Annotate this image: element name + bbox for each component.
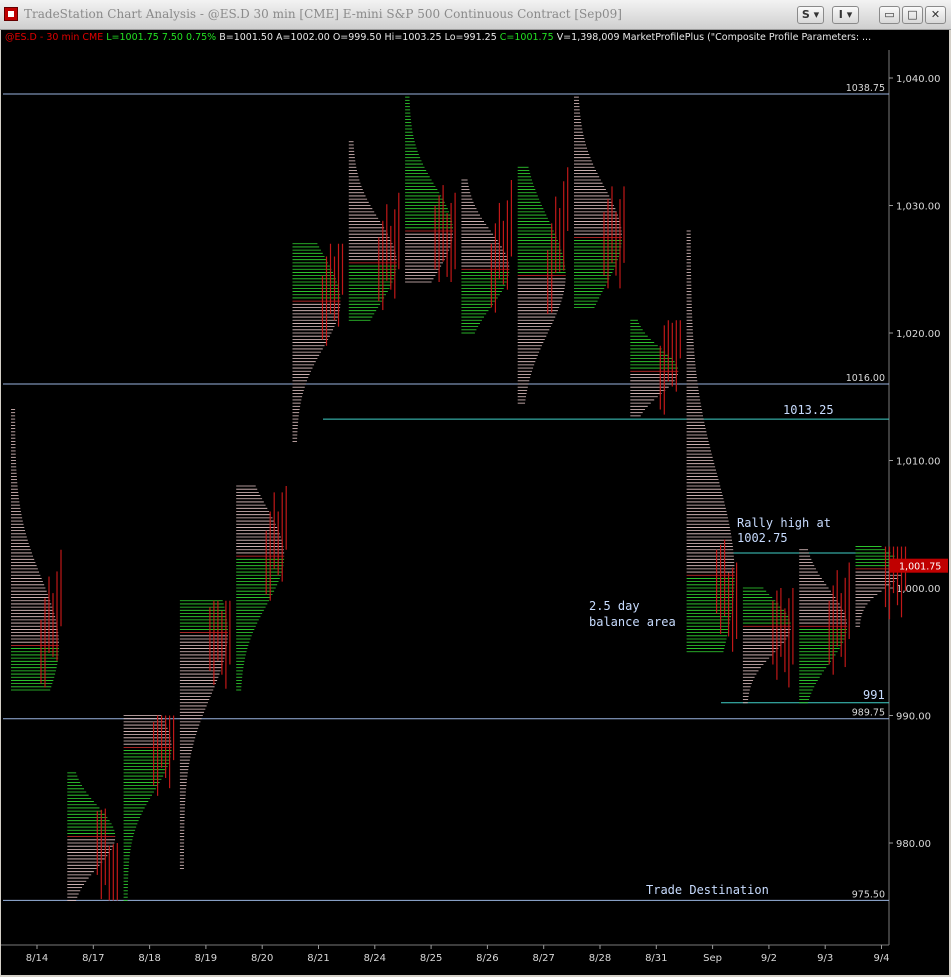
- x-tick-label: 8/21: [307, 953, 329, 964]
- x-tick-label: 8/24: [364, 953, 386, 964]
- destination-label: Trade Destination: [646, 883, 769, 897]
- rally-high-value: 1002.75: [737, 531, 788, 545]
- status-ask: A=1002.00: [276, 32, 330, 43]
- window-title: TradeStation Chart Analysis - @ES.D 30 m…: [24, 7, 622, 21]
- y-tick-label: 1,000.00: [896, 584, 941, 595]
- chevron-down-icon: ▾: [846, 8, 853, 21]
- y-tick-label: 1,030.00: [896, 202, 941, 213]
- balance-label-1: 2.5 day: [589, 599, 640, 613]
- status-low: Lo=991.25: [444, 32, 497, 43]
- status-change: 7.50: [161, 32, 183, 43]
- close-icon[interactable]: ✕: [925, 6, 946, 24]
- x-tick-label: 8/14: [26, 953, 48, 964]
- status-line: @ES.D - 30 min CME L=1001.75 7.50 0.75% …: [5, 32, 871, 43]
- status-change-pct: 0.75%: [186, 32, 217, 43]
- interval-button[interactable]: I ▾: [832, 6, 859, 24]
- x-tick-label: 9/2: [761, 953, 777, 964]
- x-tick-label: 8/26: [476, 953, 498, 964]
- level-label: 989.75: [852, 708, 885, 719]
- market-profile-chart[interactable]: 980.00 990.00 1,000.00 1,010.00 1,020.00 1,03…: [1, 30, 949, 975]
- status-high: Hi=1003.25: [384, 32, 442, 43]
- level-1013-label: 1013.25: [783, 403, 834, 417]
- balance-label-2: balance area: [589, 615, 676, 629]
- level-label: 1038.75: [846, 83, 885, 94]
- x-tick-label: Sep: [703, 953, 722, 964]
- symbol-button[interactable]: S ▾: [797, 6, 824, 24]
- y-tick-label: 1,040.00: [896, 74, 941, 85]
- tradestation-icon[interactable]: [4, 7, 18, 21]
- chart-background: [1, 30, 949, 975]
- interval-button-label: I: [838, 8, 843, 21]
- title-bar[interactable]: TradeStation Chart Analysis - @ES.D 30 m…: [0, 0, 951, 30]
- status-last: L=1001.75: [106, 32, 159, 43]
- level-991-label: 991: [863, 688, 885, 702]
- x-tick-label: 8/31: [645, 953, 667, 964]
- x-tick-label: 8/25: [420, 953, 442, 964]
- x-tick-label: 8/28: [589, 953, 611, 964]
- y-tick-label: 1,020.00: [896, 329, 941, 340]
- symbol-button-label: S: [801, 8, 810, 21]
- status-symbol: @ES.D - 30 min CME: [5, 32, 104, 43]
- level-label: 1016.00: [846, 373, 885, 384]
- chart-area[interactable]: 980.00 990.00 1,000.00 1,010.00 1,020.00 1,03…: [1, 30, 949, 975]
- status-bid: B=1001.50: [219, 32, 273, 43]
- x-tick-label: 9/4: [873, 953, 889, 964]
- minimize-icon[interactable]: ▭: [879, 6, 900, 24]
- status-study: MarketProfilePlus ("Composite Profile Pa…: [622, 32, 872, 43]
- status-volume: V=1,398,009: [556, 32, 620, 43]
- x-tick-label: 8/27: [532, 953, 554, 964]
- rally-high-label: Rally high at: [737, 516, 831, 530]
- level-label: 975.50: [852, 889, 885, 900]
- status-open: O=999.50: [332, 32, 382, 43]
- maximize-icon[interactable]: □: [902, 6, 923, 24]
- y-tick-label: 980.00: [896, 839, 931, 850]
- x-tick-label: 8/20: [251, 953, 273, 964]
- x-tick-label: 8/17: [82, 953, 104, 964]
- last-price-label: 1,001.75: [899, 562, 941, 573]
- chart-window: TradeStation Chart Analysis - @ES.D 30 m…: [0, 0, 951, 977]
- y-tick-label: 990.00: [896, 712, 931, 723]
- y-tick-label: 1,010.00: [896, 457, 941, 468]
- x-tick-label: 9/3: [817, 953, 833, 964]
- x-tick-label: 8/18: [138, 953, 160, 964]
- chevron-down-icon: ▾: [813, 8, 820, 21]
- x-tick-label: 8/19: [195, 953, 217, 964]
- status-close: C=1001.75: [499, 32, 554, 43]
